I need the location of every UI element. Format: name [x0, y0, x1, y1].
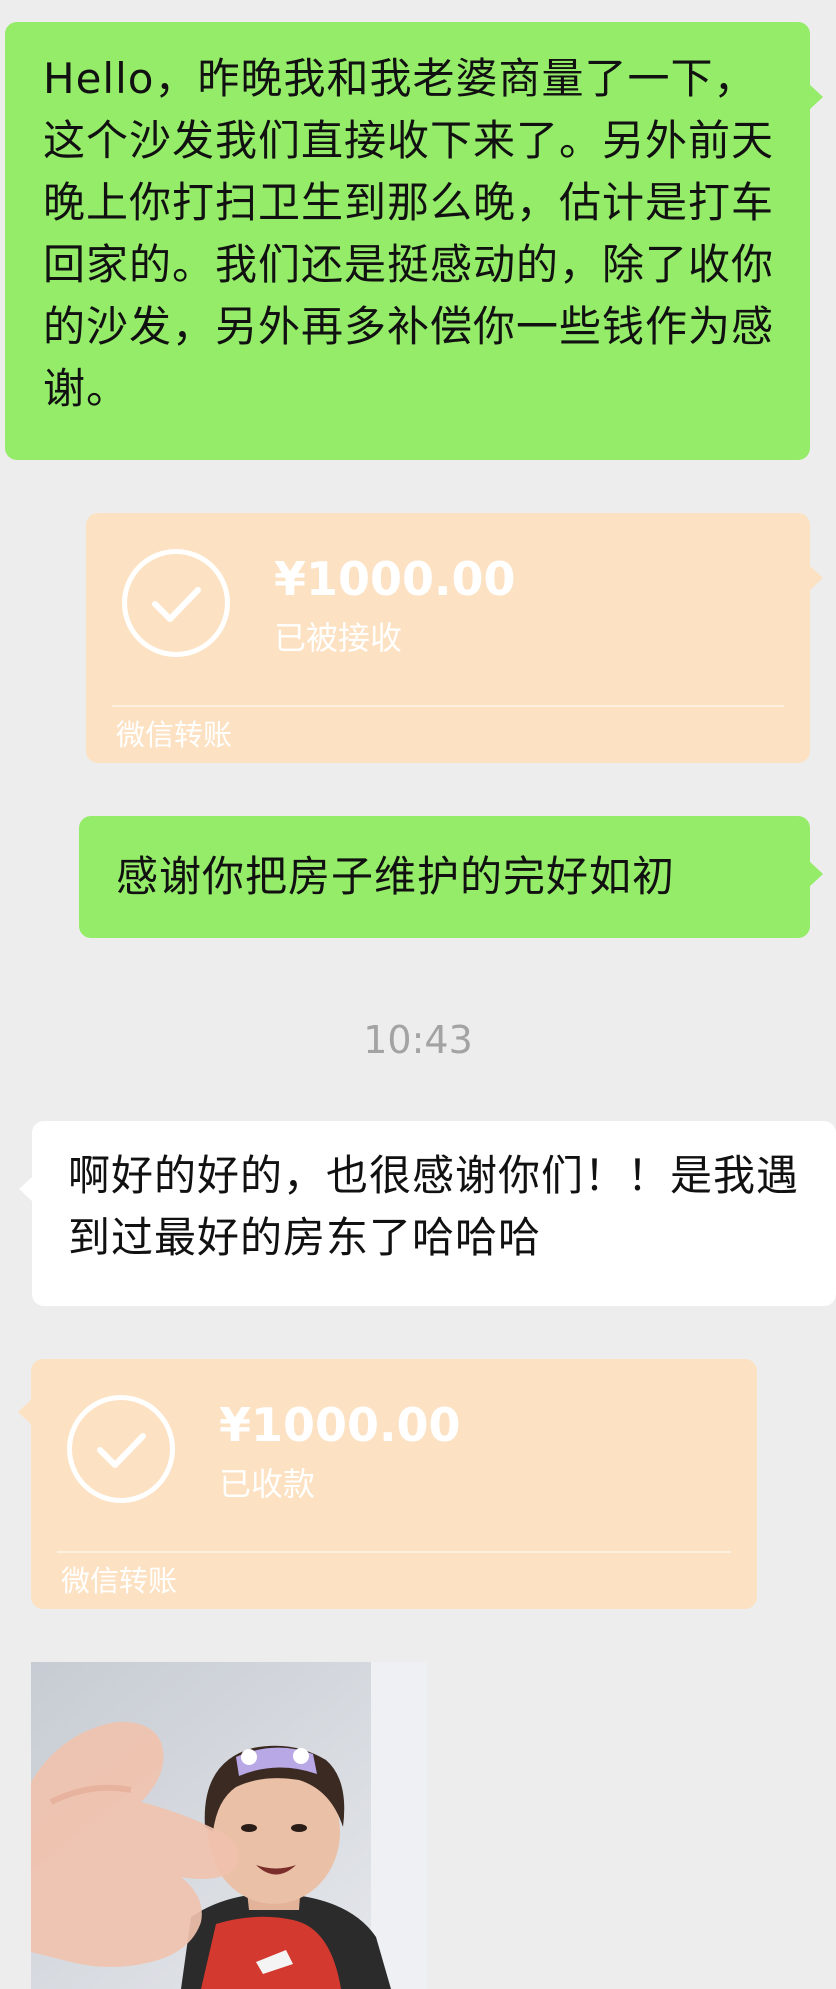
sent-message-bubble[interactable]: 感谢你把房子维护的完好如初	[79, 816, 823, 938]
divider	[112, 705, 784, 707]
transfer-status: 已收款	[219, 1465, 316, 1503]
thumbs-up-sticker[interactable]	[31, 1662, 427, 1989]
sent-message-bubble[interactable]: Hello，昨晚我和我老婆商量了一下，这个沙发我们直接收下来了。另外前天晚上你打…	[5, 22, 823, 460]
transfer-amount: ¥1000.00	[274, 552, 516, 606]
transfer-status: 已被接收	[274, 619, 403, 657]
transfer-amount: ¥1000.00	[219, 1398, 461, 1452]
check-circle-icon	[122, 549, 230, 657]
check-circle-icon	[67, 1395, 175, 1503]
transfer-brand-label: 微信转账	[61, 1564, 178, 1598]
message-text: 啊好的好的，也很感谢你们！！是我遇到过最好的房东了哈哈哈	[68, 1151, 800, 1262]
message-text: 感谢你把房子维护的完好如初	[116, 852, 676, 901]
divider	[57, 1551, 731, 1553]
sticker-image	[31, 1662, 427, 1989]
transfer-card-sent[interactable]: ¥1000.00 已被接收 微信转账	[86, 513, 823, 763]
timestamp: 10:43	[363, 1018, 473, 1062]
transfer-card-received[interactable]: ¥1000.00 已收款 微信转账	[18, 1359, 757, 1609]
transfer-brand-label: 微信转账	[116, 718, 233, 752]
message-text: Hello，昨晚我和我老婆商量了一下，这个沙发我们直接收下来了。另外前天晚上你打…	[43, 54, 775, 413]
received-message-bubble[interactable]: 啊好的好的，也很感谢你们！！是我遇到过最好的房东了哈哈哈	[19, 1121, 836, 1306]
